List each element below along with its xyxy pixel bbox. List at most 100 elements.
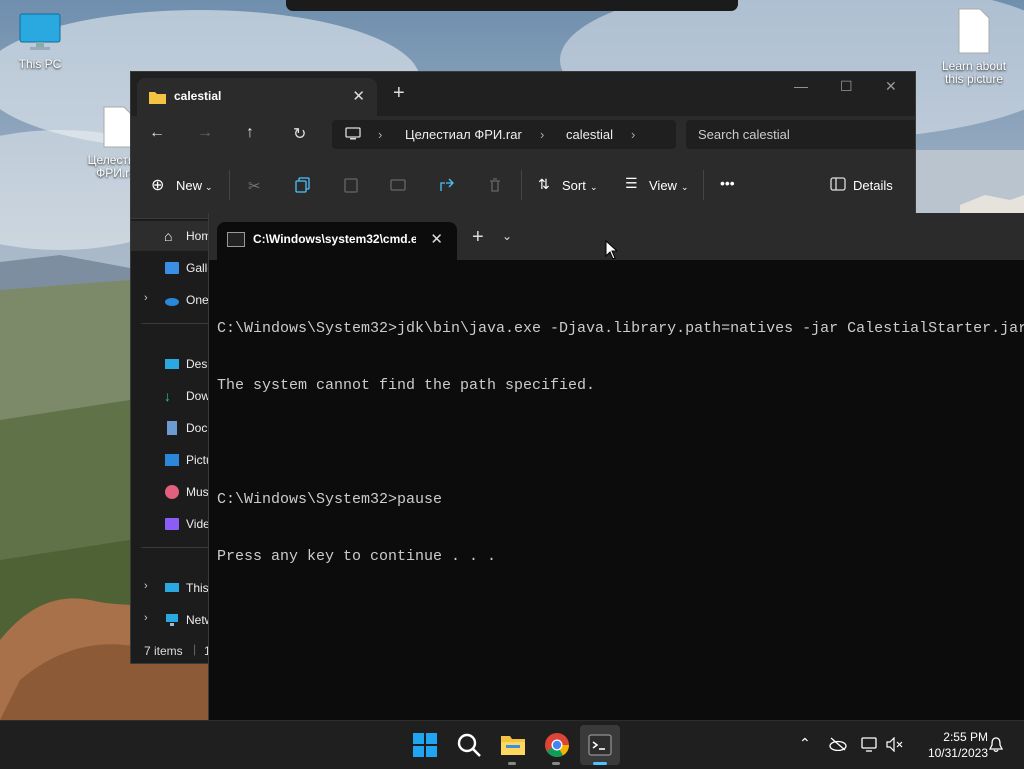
divider [141,323,209,324]
divider [229,170,230,200]
sidebar-item-gallery[interactable]: Gallery [131,253,224,283]
top-bar [286,0,738,11]
clock-date: 10/31/2023 [927,746,988,760]
sort-button[interactable]: Sort [562,178,586,193]
desktop-icon-label: This PC [18,57,62,71]
window-close-icon[interactable]: ✕ [885,78,897,95]
running-indicator [552,762,560,765]
terminal-window: C:\Windows\system32\cmd.exe ✕ + ⌄ C:\Win… [208,213,1024,720]
explorer-command-bar: ⊕ New ⌄ ✂ ⇅ Sort ⌄ ☰ View ⌄ ••• Details [131,153,915,219]
sort-icon: ⇅ [538,176,550,192]
taskbar: ⌃ 2:55 PM 10/31/2023 [0,720,1024,769]
cmd-icon [227,232,245,247]
forward-arrow-icon[interactable]: → [197,124,213,142]
sidebar-item-this-pc[interactable]: › This PC [131,573,229,603]
chevron-right-icon: › [631,127,636,142]
sidebar-item-desktop[interactable]: Desktop [131,349,230,379]
chrome-icon[interactable] [543,731,571,759]
monitor-icon [19,13,61,50]
terminal-line: The system cannot find the path specifie… [217,377,596,394]
sidebar-item-videos[interactable]: Videos [131,509,222,539]
gallery-icon [165,262,179,274]
details-pane-icon [830,177,846,191]
terminal-line: ​ [217,433,1024,452]
divider [703,170,704,200]
chevron-right-icon: › [540,127,545,142]
new-button[interactable]: New [176,178,202,193]
terminal-icon [588,734,612,756]
sidebar-item-music[interactable]: Music [131,477,217,507]
clock[interactable]: 2:55 PM 10/31/2023 [906,729,988,761]
mouse-cursor-icon [605,240,617,260]
volume-muted-icon[interactable] [886,737,904,752]
terminal-output[interactable]: C:\Windows\System32>jdk\bin\java.exe -Dj… [217,281,1024,604]
back-arrow-icon[interactable]: ← [149,124,165,142]
explorer-navbar: ← → ↑ ↻ › Целестиал ФРИ.rar › calestial … [131,116,915,153]
notification-bell-icon[interactable] [989,737,1003,753]
new-tab-button[interactable]: + [472,227,484,247]
close-icon[interactable]: ✕ [430,230,443,248]
divider [521,170,522,200]
home-icon: ⌂ [164,228,173,244]
refresh-icon[interactable]: ↻ [293,124,306,144]
chevron-right-icon[interactable]: › [144,580,148,592]
document-icon [167,421,177,435]
folder-icon [149,92,166,104]
new-tab-button[interactable]: + [393,83,405,103]
chevron-right-icon[interactable]: › [144,292,148,304]
rename-icon[interactable] [390,177,406,193]
chevron-down-icon[interactable]: ⌄ [502,229,512,243]
search-icon[interactable] [455,731,483,759]
search-placeholder: Search calestial [698,127,790,142]
navigation-pane: ⌂ Home Gallery › OneDrive Desktop ↓ Down… [131,219,247,637]
windows-start-icon[interactable] [411,731,439,759]
chevron-down-icon: ⌄ [681,182,689,192]
chevron-up-icon[interactable]: ⌃ [799,735,811,752]
cloud-offline-icon[interactable] [829,737,847,751]
network-icon [166,614,178,626]
chevron-down-icon: ⌄ [205,182,213,192]
network-icon[interactable] [861,737,879,752]
explorer-tab[interactable]: calestial ✕ [137,78,377,116]
close-icon[interactable]: ✕ [352,87,365,105]
trash-icon[interactable] [487,177,503,193]
sidebar-item-downloads[interactable]: ↓ Downloads [131,381,245,411]
view-icon: ☰ [625,175,638,191]
share-icon[interactable] [439,177,455,193]
running-indicator [508,762,516,765]
address-bar[interactable]: › Целестиал ФРИ.rar › calestial › [332,120,676,149]
desktop-icon-label: Learn about this picture [941,59,1007,86]
cloud-icon [165,298,179,306]
copy-icon[interactable] [295,177,311,193]
sidebar-item-pictures[interactable]: Pictures [131,445,229,475]
desktop-icon-this-pc[interactable]: This PC [0,12,80,71]
file-explorer-icon[interactable] [499,731,527,759]
view-button[interactable]: View [649,178,677,193]
sidebar-item-network[interactable]: › Network [131,605,230,635]
file-icon [958,8,990,54]
chevron-right-icon: › [378,127,383,142]
sidebar-item-home[interactable]: ⌂ Home [131,221,218,251]
breadcrumb-segment[interactable]: Целестиал ФРИ.rar [405,127,522,142]
more-options-button[interactable]: ••• [720,175,735,191]
chevron-right-icon[interactable]: › [144,612,148,624]
terminal-tab-label: C:\Windows\system32\cmd.exe [253,232,416,246]
terminal-line: C:\Windows\System32>jdk\bin\java.exe -Dj… [217,320,1024,337]
search-input[interactable]: Search calestial [686,120,915,149]
picture-icon [165,454,179,466]
plus-circle-icon: ⊕ [151,177,165,194]
breadcrumb-segment[interactable]: calestial [566,127,613,142]
desktop-icon-learn-picture[interactable]: Learn about this picture [934,8,1014,86]
sidebar-item-documents[interactable]: Documents [131,413,247,443]
music-icon [165,485,179,499]
paste-icon[interactable] [343,177,359,193]
sidebar-item-onedrive[interactable]: › OneDrive [131,285,237,315]
maximize-icon[interactable]: ☐ [840,78,853,95]
up-arrow-icon[interactable]: ↑ [246,124,254,142]
minimize-icon[interactable]: — [794,78,808,94]
details-button[interactable]: Details [853,178,893,193]
video-icon [165,518,179,530]
terminal-taskbar-button[interactable] [580,725,620,765]
terminal-tab[interactable]: C:\Windows\system32\cmd.exe ✕ [217,222,457,260]
cut-icon[interactable]: ✂ [248,177,261,195]
